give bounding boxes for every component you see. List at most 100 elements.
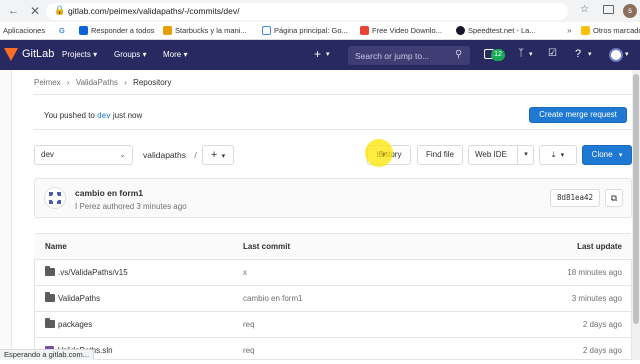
bookmark-label: Responder a todos [91,26,155,35]
file-last-commit[interactable]: req [243,346,255,355]
table-row[interactable]: packages req 2 days ago [34,312,632,338]
copy-sha-icon[interactable]: ⧉ [605,189,623,207]
table-row[interactable]: ValidaPaths cambio en form1 3 minutes ag… [34,286,632,312]
chevron-right-icon: › [66,78,70,87]
bookmark-label: Página principal: Go... [274,26,348,35]
browser-toolbar: ← ✕ 🔒 gitlab.com/peimex/validapaths/-/co… [0,0,640,22]
chevron-down-icon[interactable]: ▾ [588,50,592,58]
file-name[interactable]: ValidaPaths [58,294,100,303]
avatar-letter: s [628,6,632,15]
folder-icon [45,318,55,328]
chevron-down-icon[interactable]: ▾ [625,50,629,58]
bookmark-google-home[interactable]: Página principal: Go... [262,26,348,35]
bookmark-google[interactable]: G [59,26,65,35]
issues-count-badge[interactable]: 12 [491,49,505,61]
breadcrumb: Peimex › ValidaPaths › Repository [34,78,171,87]
gitlab-logo-text[interactable]: GitLab [22,48,54,60]
bookmarks-more-icon[interactable]: » [567,26,571,35]
clone-label: Clone [591,150,613,159]
clone-button[interactable]: Clone ▾ [582,145,632,165]
chevron-right-icon: › [124,78,127,87]
push-suffix: just now [112,111,143,120]
mouse-pointer-icon: ☞ [378,149,388,161]
nav-more[interactable]: More ▾ [163,50,187,59]
path-separator: / [194,150,197,160]
file-last-commit[interactable]: req [243,320,255,329]
gitlab-logo-icon[interactable] [4,48,18,61]
bookmark-label: Speedtest.net - La... [468,26,536,35]
breadcrumb-validapaths[interactable]: ValidaPaths [76,78,118,87]
file-last-update: 3 minutes ago [571,294,622,303]
user-avatar[interactable] [609,48,623,62]
path-breadcrumb: validapaths / [143,150,197,160]
scrollbar-thumb[interactable] [633,74,639,324]
author-avatar[interactable] [44,187,66,209]
url-text: gitlab.com/peimex/validapaths/-/commits/… [68,6,240,16]
commit-title[interactable]: cambio en form1 [75,188,143,198]
file-last-commit[interactable]: cambio en form1 [243,294,303,303]
push-prefix: You pushed to [44,111,95,120]
google-icon [262,26,271,35]
file-name[interactable]: .vs/ValidaPaths/v15 [58,268,128,277]
create-merge-request-button[interactable]: Create merge request [529,107,627,123]
folder-icon [45,266,55,276]
plus-icon[interactable]: + [314,47,321,61]
table-row[interactable]: .vs/ValidaPaths/v15 x 18 minutes ago [34,260,632,286]
search-icon: ⚲ [455,49,463,60]
download-button[interactable]: ⤓ ▾ [539,145,577,165]
push-branch[interactable]: dev [97,111,111,120]
chevron-down-icon: ▾ [142,50,147,59]
nav-projects[interactable]: Projects ▾ [62,50,97,59]
web-ide-label: Web IDE [475,150,507,159]
chevron-down-icon: ⌄ [119,150,126,159]
help-icon[interactable]: ? [575,48,581,60]
profile-avatar[interactable]: s [623,4,637,18]
chevron-down-icon[interactable]: ▾ [529,50,533,58]
google-g-icon: G [59,26,65,35]
find-file-button[interactable]: Find file [417,145,463,165]
apps-label: Aplicaciones [3,26,46,35]
bookmark-other[interactable]: Otros marcado [581,26,640,35]
todos-icon[interactable]: ☑ [548,48,557,59]
chevron-down-icon: ▾ [183,50,188,59]
branch-select[interactable]: dev ⌄ [34,145,133,165]
commit-time: authored 3 minutes ago [102,202,187,211]
bookmark-apps[interactable]: Aplicaciones [3,26,45,35]
last-commit-box: cambio en form1 I Perez authored 3 minut… [34,178,632,218]
plus-icon: + [210,149,218,161]
cast-icon[interactable] [603,5,614,14]
back-icon[interactable]: ← [8,5,19,17]
bookmark-speedtest[interactable]: Speedtest.net - La... [456,26,536,35]
web-ide-button[interactable]: Web IDE ▾ [468,145,534,165]
address-bar[interactable]: 🔒 gitlab.com/peimex/validapaths/-/commit… [46,3,589,20]
add-file-dropdown[interactable]: + ▾ [202,145,234,165]
bookmark-starbucks[interactable]: Starbucks y la mani... [163,26,247,35]
breadcrumb-peimex[interactable]: Peimex [34,78,61,87]
file-last-commit[interactable]: x [243,268,247,277]
folder-icon [45,292,55,302]
nav-groups[interactable]: Groups ▾ [114,50,146,59]
search-input[interactable]: Search or jump to... ⚲ [348,46,470,65]
bookmark-video[interactable]: Free Video Downlo... [360,26,442,35]
file-last-update: 18 minutes ago [567,268,622,277]
path-root[interactable]: validapaths [143,150,186,160]
chevron-down-icon[interactable]: ▾ [326,50,330,58]
bookmark-outlook[interactable]: Responder a todos [79,26,154,35]
push-banner: You pushed to dev just now Create merge … [34,102,632,130]
merge-requests-icon[interactable]: ᛉ [518,48,524,59]
issues-count: 12 [494,51,502,58]
column-header-name: Name [45,242,67,251]
divider [34,94,632,95]
breadcrumb-repository[interactable]: Repository [133,78,171,87]
commit-author[interactable]: I Perez [75,202,100,211]
gitlab-navbar: GitLab Projects ▾ Groups ▾ More ▾ + ▾ Se… [0,40,640,70]
bookmark-star-icon[interactable]: ☆ [580,4,589,15]
stop-icon[interactable]: ✕ [30,4,40,18]
chevron-down-icon[interactable]: ▾ [517,145,534,165]
chevron-down-icon: ▾ [560,152,565,159]
file-name[interactable]: packages [58,320,92,329]
commit-sha[interactable]: 8d81ea42 [550,189,600,207]
bookmarks-bar: Aplicaciones G Responder a todos Starbuc… [0,22,640,40]
page-icon [163,26,172,35]
table-row[interactable]: ValidaPaths.sln req 2 days ago [34,338,632,364]
